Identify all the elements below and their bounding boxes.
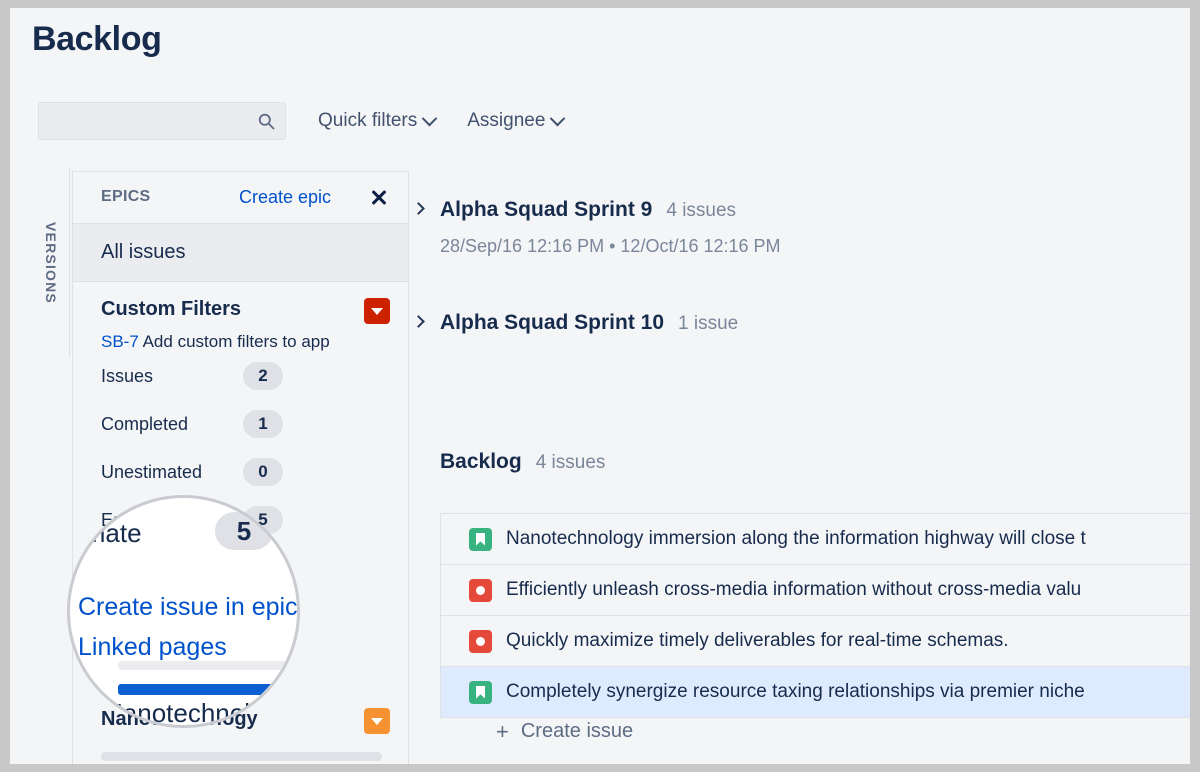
magnified-linked-pages-link[interactable]: Linked pages: [78, 633, 227, 662]
stat-label: Issues: [101, 366, 243, 387]
filter-bar: Quick filters Assignee: [38, 102, 563, 140]
search-input[interactable]: [39, 103, 285, 139]
backlog-page: Backlog Quick filters Assignee VERSIONS …: [10, 8, 1190, 764]
epic-stat-completed: Completed 1: [73, 400, 408, 448]
magnified-estimate-label: imate: [78, 518, 142, 549]
sprint-issue-count: 4 issues: [666, 200, 736, 222]
magnifier-lens: imate 5 Create issue in epic Linked page…: [67, 495, 300, 728]
plus-icon: +: [496, 721, 509, 743]
issue-summary: Completely synergize resource taxing rel…: [506, 681, 1085, 703]
issue-summary: Quickly maximize timely deliverables for…: [506, 630, 1009, 652]
stat-value: 2: [243, 362, 283, 390]
create-epic-link[interactable]: Create epic: [239, 187, 331, 208]
issue-summary: Efficiently unleash cross-media informat…: [506, 579, 1081, 601]
backlog-issue-count: 4 issues: [536, 452, 606, 474]
quick-filters-label: Quick filters: [318, 110, 417, 132]
epics-panel-header: EPICS Create epic: [73, 172, 408, 224]
issue-summary: Nanotechnology immersion along the infor…: [506, 528, 1086, 550]
chevron-right-icon[interactable]: [412, 315, 425, 328]
sprint-name: Alpha Squad Sprint 9: [440, 198, 652, 222]
quick-filters-button[interactable]: Quick filters: [318, 110, 435, 132]
stat-value: 1: [243, 410, 283, 438]
sprint-header[interactable]: Alpha Squad Sprint 9 4 issues: [414, 198, 781, 222]
epic-issue-summary: Add custom filters to app: [143, 332, 330, 351]
epic-filter-all-issues[interactable]: All issues: [73, 224, 408, 282]
sprint-header[interactable]: Alpha Squad Sprint 10 1 issue: [414, 311, 738, 335]
epic-dropdown-button[interactable]: [364, 298, 390, 324]
stat-value: 0: [243, 458, 283, 486]
epic-issue-key[interactable]: SB-7: [101, 332, 139, 351]
backlog-section-header: Backlog 4 issues: [440, 450, 605, 474]
magnifier-content: imate 5 Create issue in epic Linked page…: [70, 498, 300, 728]
screenshot-root: Backlog Quick filters Assignee VERSIONS …: [0, 0, 1200, 772]
sprint-name: Alpha Squad Sprint 10: [440, 311, 664, 335]
magnified-create-issue-in-epic-link[interactable]: Create issue in epic: [78, 593, 298, 622]
close-icon[interactable]: [369, 187, 389, 207]
epic-linked-issue: SB-7 Add custom filters to app: [73, 326, 408, 352]
assignee-filter-button[interactable]: Assignee: [467, 110, 563, 132]
chevron-down-icon: [422, 110, 438, 126]
chevron-right-icon[interactable]: [412, 202, 425, 215]
versions-tab[interactable]: VERSIONS: [32, 168, 70, 358]
epic-stat-unestimated: Unestimated 0: [73, 448, 408, 496]
backlog-issue-list: Nanotechnology immersion along the infor…: [440, 513, 1190, 718]
magnified-estimate-value: 5: [215, 512, 273, 550]
sprint-alpha-squad-10: Alpha Squad Sprint 10 1 issue: [414, 311, 738, 335]
assignee-filter-label: Assignee: [467, 110, 545, 132]
magnified-progress-track: [118, 661, 288, 670]
create-issue-button[interactable]: + Create issue: [440, 720, 633, 743]
bug-circle-icon: [469, 579, 492, 602]
magnified-epic-title: Nanotechnology: [104, 698, 292, 728]
bug-circle-icon: [469, 630, 492, 653]
epic-stat-issues: Issues 2: [73, 352, 408, 400]
story-bookmark-icon: [469, 528, 492, 551]
sprint-dates: 28/Sep/16 12:16 PM • 12/Oct/16 12:16 PM: [440, 236, 781, 257]
versions-tab-label: VERSIONS: [43, 222, 59, 304]
table-row[interactable]: Quickly maximize timely deliverables for…: [441, 616, 1190, 667]
table-row[interactable]: Efficiently unleash cross-media informat…: [441, 565, 1190, 616]
backlog-title: Backlog: [440, 450, 522, 474]
search-box[interactable]: [38, 102, 286, 140]
story-bookmark-icon: [469, 681, 492, 704]
stat-label: Unestimated: [101, 462, 243, 483]
epic-title-row[interactable]: Custom Filters: [73, 298, 408, 326]
magnified-progress-fill: [118, 684, 288, 695]
table-row[interactable]: Completely synergize resource taxing rel…: [441, 667, 1190, 718]
chevron-down-icon: [550, 110, 566, 126]
table-row[interactable]: Nanotechnology immersion along the infor…: [441, 514, 1190, 565]
sprint-alpha-squad-9: Alpha Squad Sprint 9 4 issues 28/Sep/16 …: [414, 198, 781, 257]
epic-dropdown-button[interactable]: [364, 708, 390, 734]
epic-title: Custom Filters: [101, 298, 241, 320]
create-issue-label: Create issue: [521, 720, 633, 743]
epic-progress-bar: [101, 752, 382, 761]
page-title: Backlog: [32, 20, 161, 59]
sprint-issue-count: 1 issue: [678, 313, 738, 335]
epics-panel-title: EPICS: [101, 188, 151, 206]
stat-label: Completed: [101, 414, 243, 435]
